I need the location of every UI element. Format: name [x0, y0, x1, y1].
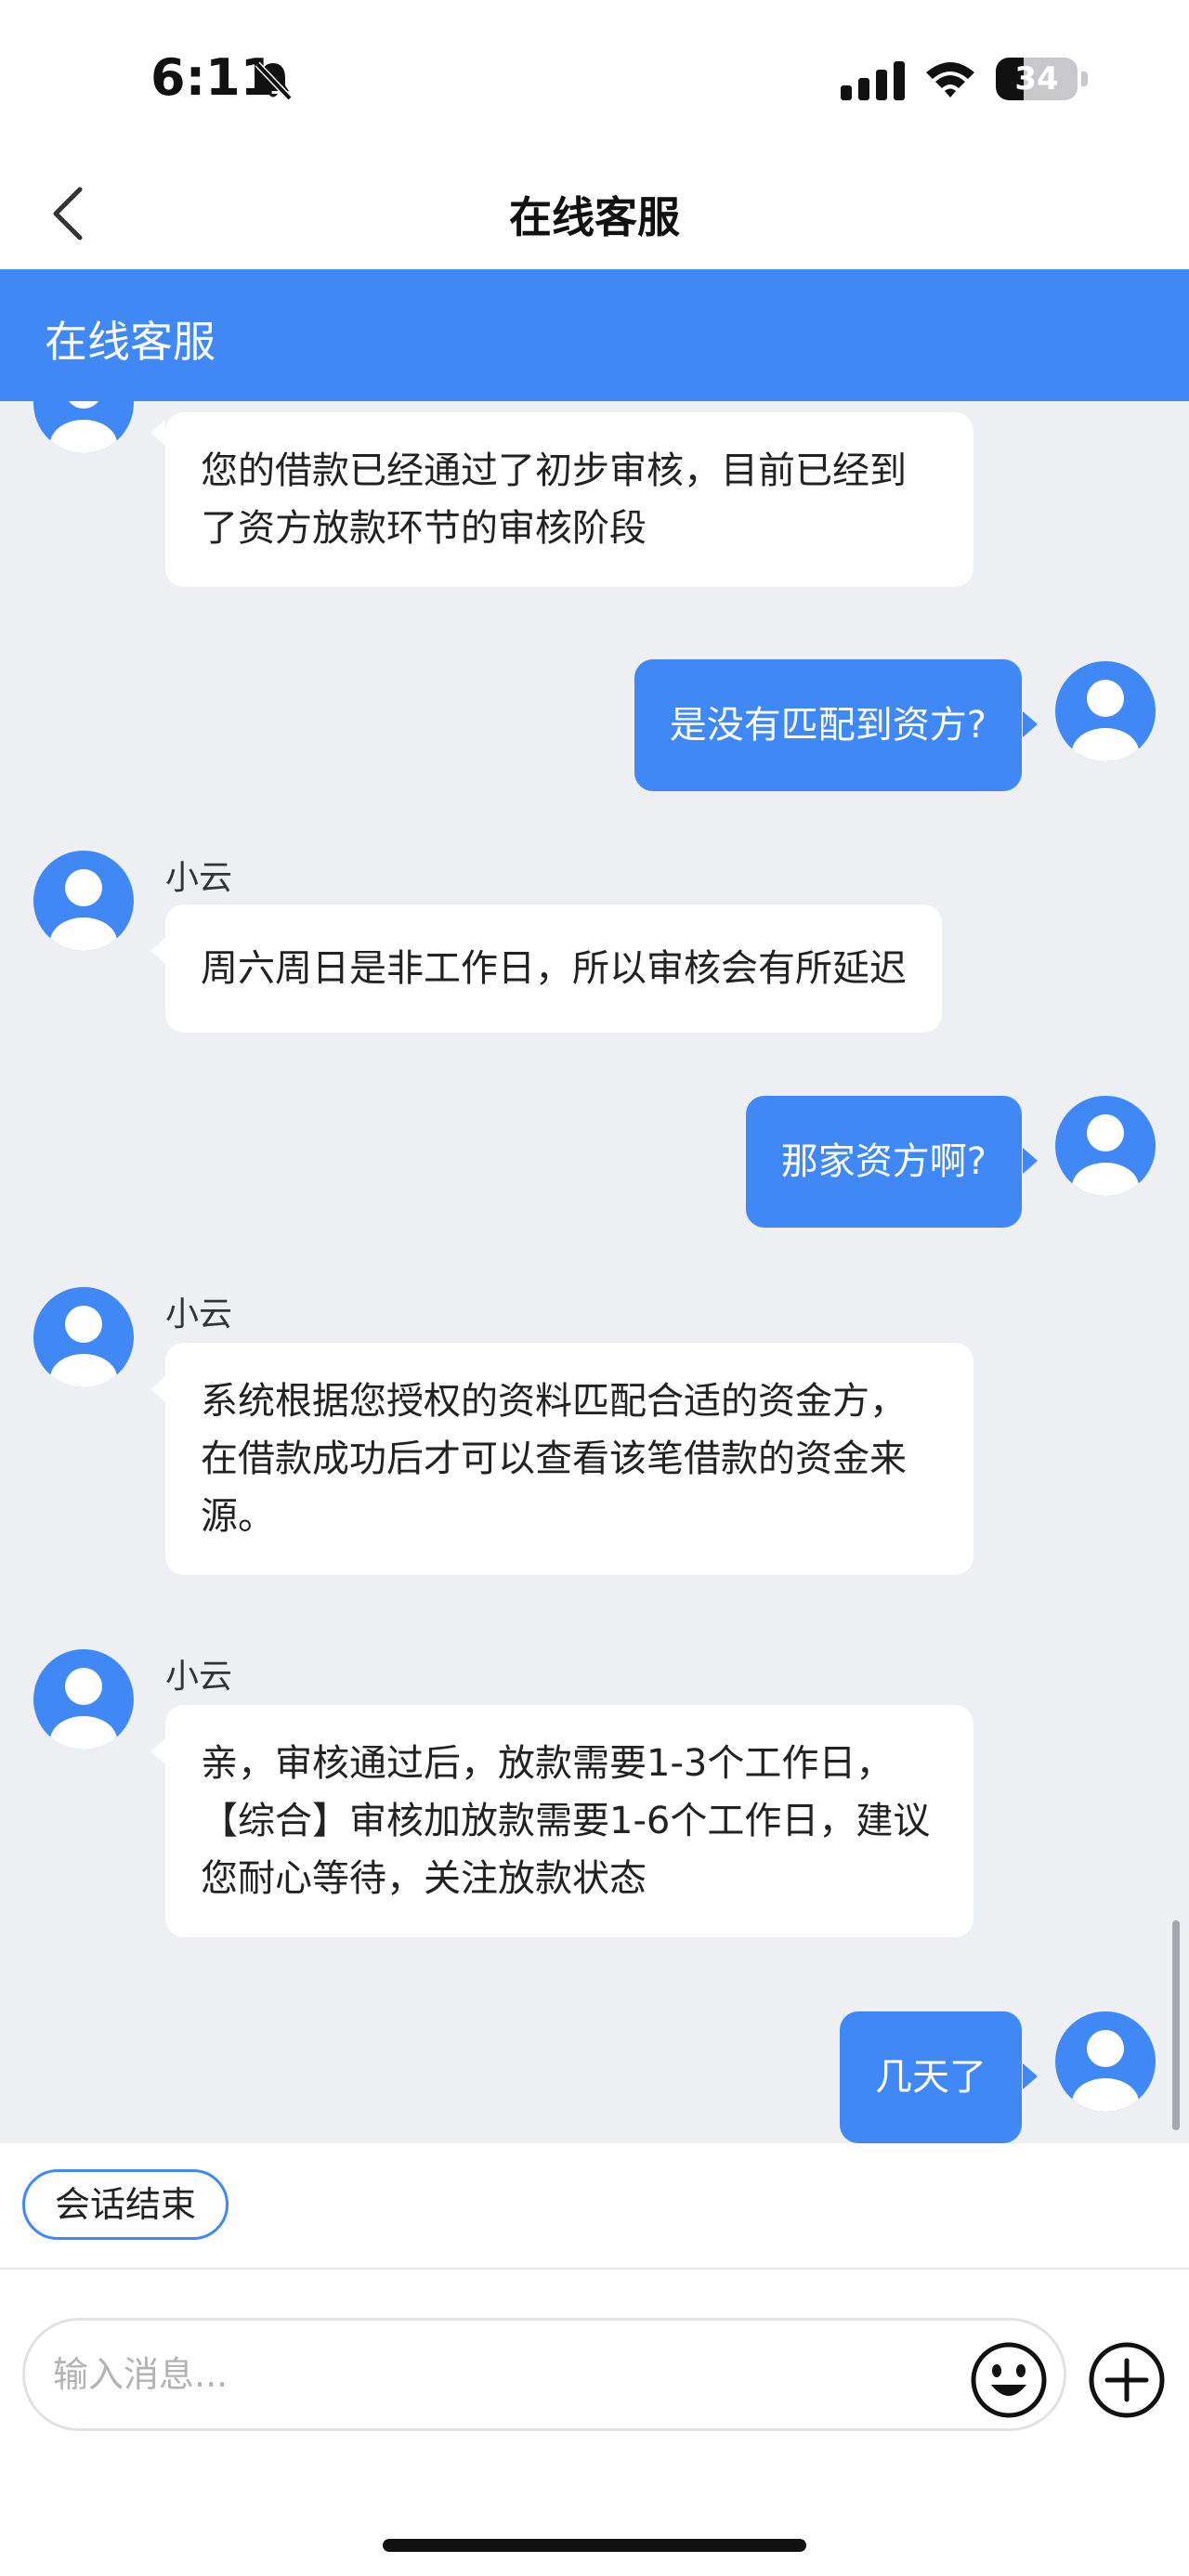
agent-avatar [33, 1287, 134, 1387]
message-bubble-incoming: 您的借款已经通过了初步审核，目前已经到了资方放款环节的审核阶段 [165, 412, 973, 587]
user-avatar-icon [50, 869, 117, 951]
emoji-icon[interactable] [969, 2340, 1049, 2420]
end-session-button[interactable]: 会话结束 [22, 2169, 229, 2240]
page-title: 在线客服 [509, 192, 680, 242]
chat-header-title: 在线客服 [45, 317, 216, 367]
sender-name: 小云 [165, 859, 233, 897]
agent-avatar [33, 401, 134, 453]
user-avatar [1055, 661, 1156, 761]
message-bubble-incoming: 亲，审核通过后，放款需要1-3个工作日，【综合】审核加放款需要1-6个工作日，建… [165, 1705, 973, 1937]
input-bar [0, 2270, 1189, 2576]
message-bubble-outgoing: 那家资方啊? [745, 1096, 1022, 1228]
user-avatar-icon [50, 1306, 117, 1387]
signal-icon [841, 61, 905, 100]
battery-level: 34 [1014, 60, 1059, 98]
agent-avatar [33, 1649, 134, 1750]
message-bubble-outgoing: 几天了 [840, 2011, 1022, 2143]
chat-header: 在线客服 [0, 269, 1189, 401]
user-avatar-icon [1072, 2030, 1139, 2112]
message-bubble-incoming: 系统根据您授权的资料匹配合适的资金方，在借款成功后才可以查看该笔借款的资金来源。 [165, 1343, 973, 1575]
user-avatar-icon [50, 401, 117, 453]
navigation-bar: 在线客服 [0, 158, 1189, 269]
battery-icon: 34 [996, 58, 1089, 100]
wifi-icon [926, 62, 974, 98]
home-indicator [383, 2539, 806, 2552]
sender-name: 小云 [165, 1295, 233, 1334]
user-avatar [1055, 1096, 1156, 1196]
user-avatar-icon [1072, 680, 1139, 761]
quick-reply-bar: 会话结束 [0, 2143, 1189, 2270]
message-bubble-outgoing: 是没有匹配到资方? [634, 659, 1022, 791]
message-list[interactable]: 您的借款已经通过了初步审核，目前已经到了资方放款环节的审核阶段 是没有匹配到资方… [0, 401, 1189, 2143]
message-bubble-incoming: 周六周日是非工作日，所以审核会有所延迟 [165, 904, 942, 1033]
bell-slash-icon [255, 61, 293, 101]
plus-icon[interactable] [1087, 2340, 1167, 2420]
message-input[interactable] [22, 2318, 1066, 2431]
sender-name: 小云 [165, 1658, 233, 1696]
user-avatar [1055, 2011, 1156, 2112]
agent-avatar [33, 851, 134, 951]
status-bar: 6:11 34 [0, 0, 1189, 158]
user-avatar-icon [50, 1668, 117, 1750]
scrollbar[interactable] [1172, 1920, 1180, 2130]
user-avatar-icon [1072, 1114, 1139, 1196]
